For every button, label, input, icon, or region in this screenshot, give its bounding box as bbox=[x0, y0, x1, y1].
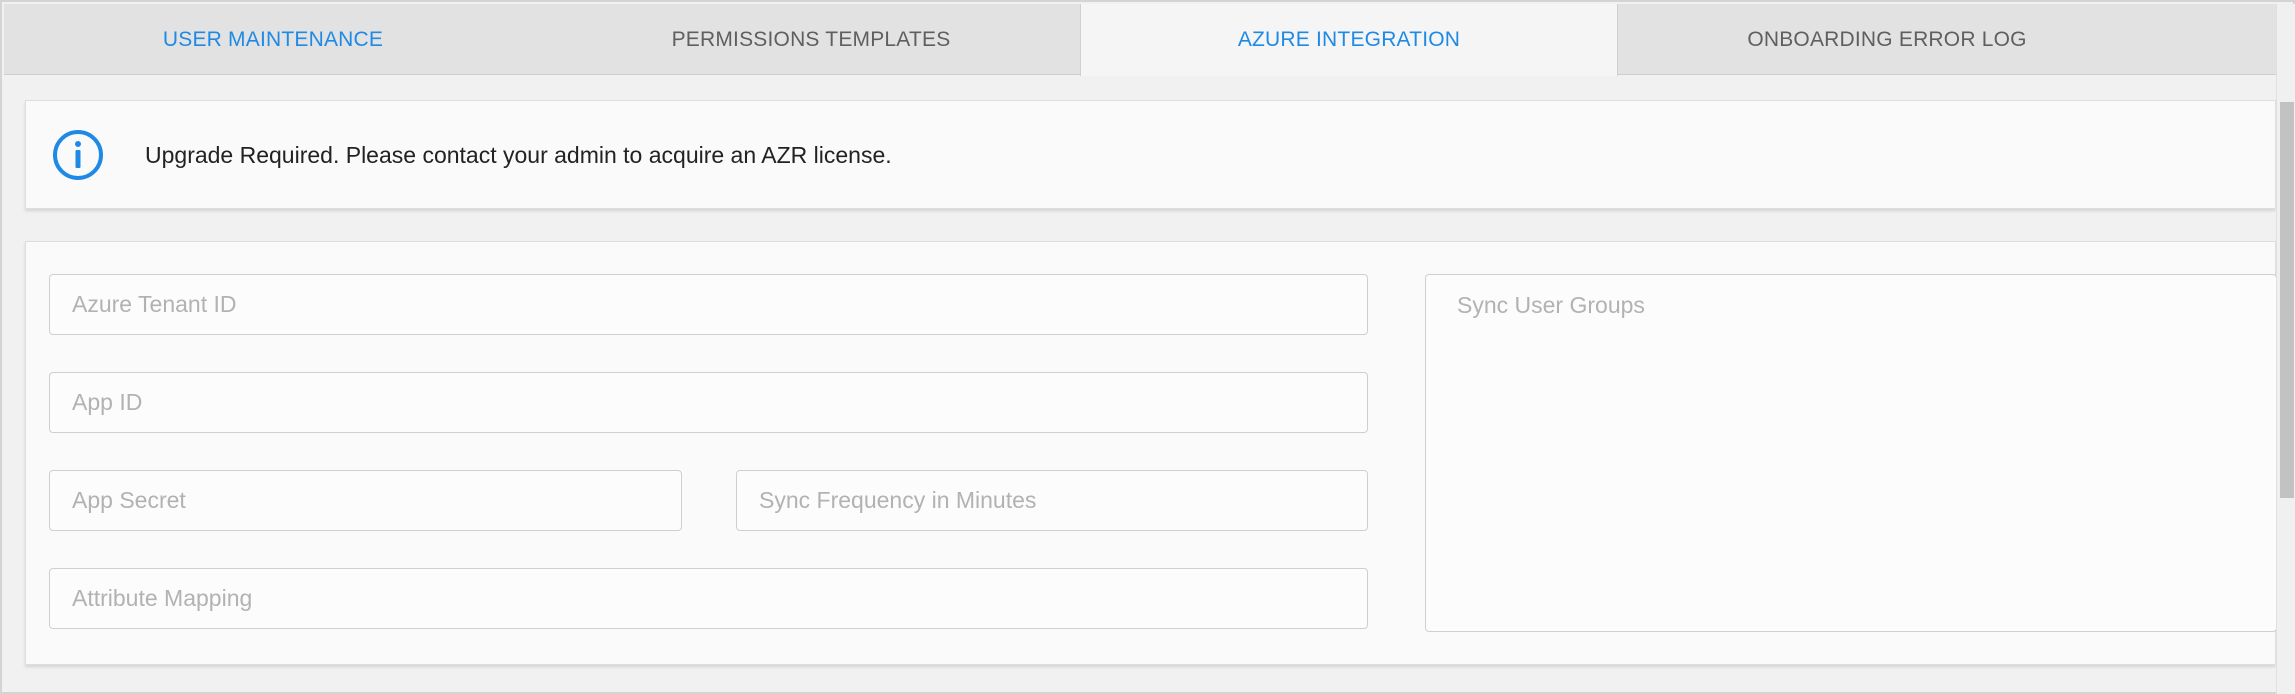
tab-bar-filler bbox=[2156, 4, 2276, 75]
tab-onboarding-error-log[interactable]: ONBOARDING ERROR LOG bbox=[1618, 4, 2156, 75]
attribute-mapping-field[interactable]: Attribute Mapping bbox=[49, 568, 1368, 629]
tab-permissions-templates[interactable]: PERMISSIONS TEMPLATES bbox=[542, 4, 1080, 75]
sync-user-groups-textarea[interactable]: Sync User Groups bbox=[1425, 274, 2277, 632]
banner-message: Upgrade Required. Please contact your ad… bbox=[145, 142, 892, 168]
upgrade-required-banner: Upgrade Required. Please contact your ad… bbox=[25, 100, 2276, 209]
tab-bar: USER MAINTENANCE PERMISSIONS TEMPLATES A… bbox=[4, 4, 2276, 76]
tab-user-maintenance[interactable]: USER MAINTENANCE bbox=[4, 4, 542, 75]
scrollbar-thumb[interactable] bbox=[2280, 102, 2294, 498]
azure-settings-form: Azure Tenant ID App ID App Secret Sync F… bbox=[25, 241, 2277, 665]
app-secret-field[interactable]: App Secret bbox=[49, 470, 682, 531]
azure-integration-window: USER MAINTENANCE PERMISSIONS TEMPLATES A… bbox=[0, 0, 2295, 694]
azure-tenant-id-field[interactable]: Azure Tenant ID bbox=[49, 274, 1368, 335]
app-id-field[interactable]: App ID bbox=[49, 372, 1368, 433]
info-icon bbox=[52, 129, 104, 181]
vertical-scrollbar[interactable] bbox=[2276, 4, 2295, 694]
sync-frequency-field[interactable]: Sync Frequency in Minutes bbox=[736, 470, 1368, 531]
tab-azure-integration[interactable]: AZURE INTEGRATION bbox=[1080, 4, 1618, 76]
